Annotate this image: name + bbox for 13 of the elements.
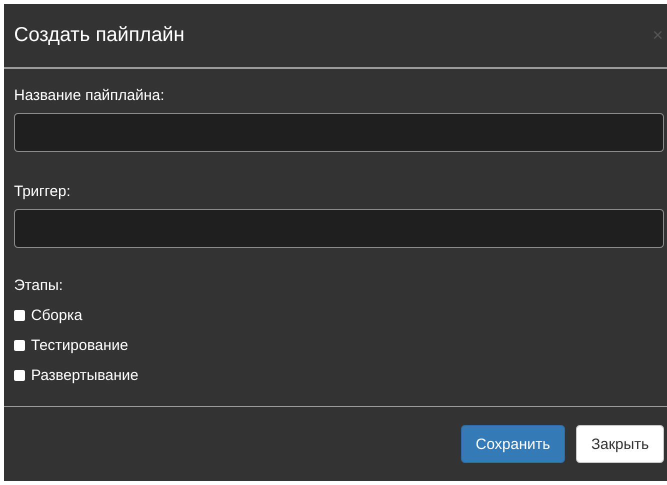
checkbox-icon[interactable] bbox=[14, 310, 25, 321]
checkbox-icon[interactable] bbox=[14, 340, 25, 351]
field-label: Название пайплайна: bbox=[14, 87, 164, 104]
checkbox-icon[interactable] bbox=[14, 370, 25, 381]
close-dialog-button[interactable]: Закрыть bbox=[576, 425, 664, 463]
field-label: Триггер: bbox=[14, 183, 71, 200]
save-button[interactable]: Сохранить bbox=[460, 425, 566, 463]
checkbox-label: Сборка bbox=[31, 307, 82, 324]
dialog-title: Создать пайплайн bbox=[14, 24, 185, 47]
stage-checkbox[interactable]: Сборка bbox=[14, 307, 82, 324]
stages-label: Этапы: bbox=[14, 277, 63, 294]
input-field[interactable] bbox=[14, 113, 664, 152]
input-field[interactable] bbox=[14, 209, 664, 248]
